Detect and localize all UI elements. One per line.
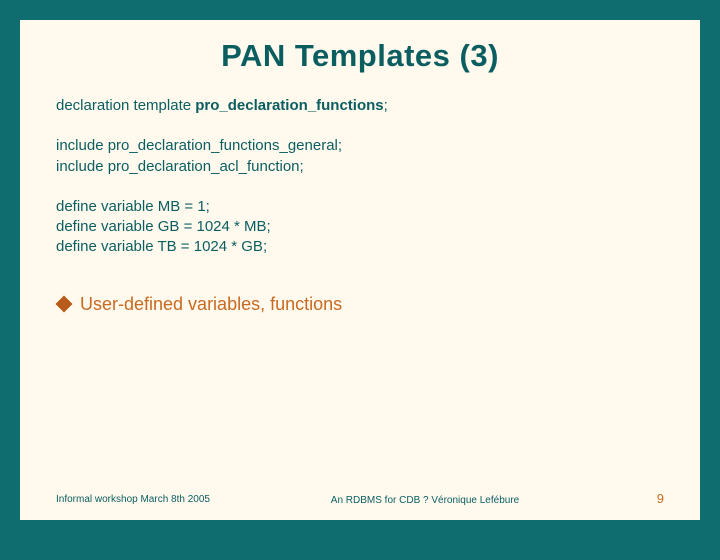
define-line-2: define variable GB = 1024 * MB; — [56, 217, 664, 237]
define-block: define variable MB = 1; define variable … — [56, 197, 664, 258]
footer: Informal workshop March 8th 2005 An RDBM… — [56, 491, 664, 506]
slide: PAN Templates (3) declaration template p… — [20, 20, 700, 520]
include-line-1: include pro_declaration_functions_genera… — [56, 136, 664, 156]
bullet-item: User-defined variables, functions — [56, 294, 664, 315]
bullet-text: User-defined variables, functions — [80, 294, 342, 315]
footer-left: Informal workshop March 8th 2005 — [56, 493, 226, 506]
decl-name: pro_declaration_functions — [195, 97, 383, 114]
decl-suffix: ; — [384, 97, 388, 114]
include-block: include pro_declaration_functions_genera… — [56, 136, 664, 177]
define-line-3: define variable TB = 1024 * GB; — [56, 237, 664, 257]
footer-center: An RDBMS for CDB ? Véronique Lefébure — [226, 495, 624, 506]
diamond-bullet-icon — [56, 296, 73, 313]
decl-prefix: declaration template — [56, 97, 195, 114]
page-number: 9 — [624, 491, 664, 506]
code-block: declaration template pro_declaration_fun… — [56, 96, 664, 258]
include-line-2: include pro_declaration_acl_function; — [56, 157, 664, 177]
define-line-1: define variable MB = 1; — [56, 197, 664, 217]
slide-title: PAN Templates (3) — [56, 38, 664, 74]
declaration-line: declaration template pro_declaration_fun… — [56, 96, 664, 116]
